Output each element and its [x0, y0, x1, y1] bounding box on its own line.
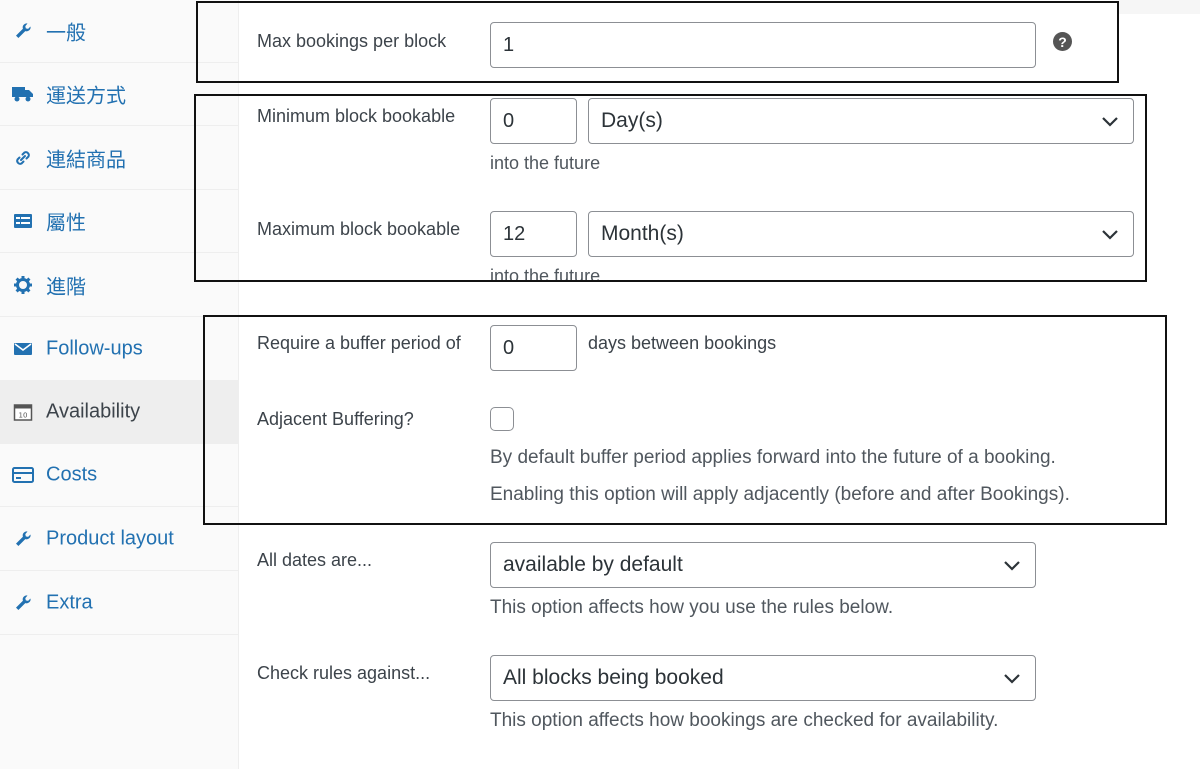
chevron-down-icon: [1102, 230, 1118, 240]
all-dates-hint: This option affects how you use the rule…: [490, 597, 894, 618]
all-dates-label: All dates are...: [257, 550, 373, 570]
sidebar-item-linked-products[interactable]: 連結商品: [0, 127, 238, 190]
buffer-period-input[interactable]: 0: [490, 325, 577, 371]
wrench-icon: [12, 20, 34, 42]
sidebar-item-label: 進階: [46, 276, 86, 299]
max-bookable-unit-select[interactable]: Month(s): [588, 211, 1134, 257]
sidebar-item-attributes[interactable]: 屬性: [0, 190, 238, 253]
check-rules-label: Check rules against...: [257, 663, 431, 683]
min-bookable-input[interactable]: 0: [490, 98, 577, 144]
sidebar-item-availability[interactable]: 10 Availability: [0, 381, 238, 444]
adjacent-buffering-hint-1: By default buffer period applies forward…: [490, 447, 1056, 468]
max-bookable-label: Maximum block bookable: [257, 219, 461, 239]
wrench-icon: [12, 592, 34, 614]
buffer-period-suffix: days between bookings: [588, 333, 777, 353]
adjacent-buffering-hint-2: Enabling this option will apply adjacent…: [490, 484, 1070, 505]
sidebar-item-label: Extra: [46, 591, 93, 614]
sidebar-item-costs[interactable]: Costs: [0, 444, 238, 507]
gear-icon: [12, 274, 34, 296]
chevron-down-icon: [1004, 674, 1020, 684]
sidebar-item-label: Costs: [46, 463, 98, 486]
svg-text:10: 10: [19, 412, 28, 420]
all-dates-select[interactable]: available by default: [490, 542, 1036, 588]
sidebar-item-label: 運送方式: [46, 85, 126, 108]
calendar-icon: 10: [12, 401, 34, 423]
card-icon: [12, 464, 34, 486]
max-bookings-label: Max bookings per block: [257, 31, 447, 51]
sidebar-item-label: 一般: [46, 22, 86, 45]
max-bookings-input[interactable]: 1: [490, 22, 1036, 68]
select-value: available by default: [503, 553, 683, 576]
min-bookable-label: Minimum block bookable: [257, 106, 456, 126]
select-value: Day(s): [601, 109, 663, 132]
envelope-icon: [12, 338, 34, 360]
help-icon[interactable]: ?: [1053, 32, 1072, 51]
link-icon: [12, 147, 34, 169]
adjacent-buffering-label: Adjacent Buffering?: [257, 409, 414, 429]
sidebar-item-product-layout[interactable]: Product layout: [0, 508, 238, 571]
product-data-tabs: 一般 運送方式 連結商品 屬性 進階 Follow-ups 10 Availab…: [0, 0, 239, 769]
sidebar-item-label: Availability: [46, 400, 141, 423]
sidebar-item-label: 連結商品: [46, 149, 126, 172]
select-value: All blocks being booked: [503, 666, 724, 689]
min-bookable-hint: into the future: [490, 153, 601, 173]
max-bookable-hint: into the future: [490, 266, 601, 286]
sidebar-item-general[interactable]: 一般: [0, 0, 238, 63]
wrench-icon: [12, 528, 34, 550]
list-icon: [12, 210, 34, 232]
buffer-period-label: Require a buffer period of: [257, 333, 461, 353]
sidebar-item-shipping[interactable]: 運送方式: [0, 63, 238, 126]
sidebar-item-extra[interactable]: Extra: [0, 572, 238, 635]
truck-icon: [12, 83, 34, 105]
chevron-down-icon: [1004, 561, 1020, 571]
check-rules-hint: This option affects how bookings are che…: [490, 710, 999, 731]
min-bookable-unit-select[interactable]: Day(s): [588, 98, 1134, 144]
sidebar-item-follow-ups[interactable]: Follow-ups: [0, 318, 238, 381]
max-bookable-input[interactable]: 12: [490, 211, 577, 257]
check-rules-select[interactable]: All blocks being booked: [490, 655, 1036, 701]
top-edge-shade: [1118, 0, 1200, 14]
sidebar-item-label: 屬性: [46, 212, 86, 235]
sidebar-item-label: Product layout: [46, 527, 174, 550]
sidebar-item-advanced[interactable]: 進階: [0, 254, 238, 317]
sidebar-item-label: Follow-ups: [46, 337, 143, 360]
chevron-down-icon: [1102, 117, 1118, 127]
select-value: Month(s): [601, 222, 684, 245]
adjacent-buffering-checkbox[interactable]: [490, 407, 514, 431]
